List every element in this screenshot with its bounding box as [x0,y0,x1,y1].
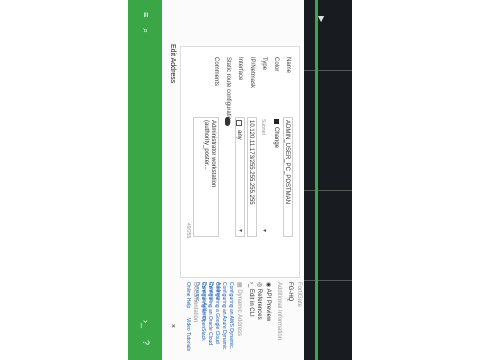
terminal-icon[interactable]: ›_ [141,320,151,328]
accent-line [315,0,318,360]
help-icon[interactable]: ? [141,340,151,345]
chevron-down-icon[interactable]: ▾ [237,229,244,232]
close-icon[interactable]: × [169,324,176,328]
references-label: References [256,288,262,320]
tab-divider [304,280,352,281]
online-help-link[interactable]: Online Help [185,282,191,308]
color-swatch [274,119,280,124]
tab-divider [304,190,352,191]
interface-checkbox[interactable] [236,120,242,126]
fortigate-value: FG-HQ [287,282,293,302]
type-label: Type [261,57,267,71]
dialog-titlebar: Edit Address × [162,36,180,336]
name-input[interactable]: ADMIN_USER_PC_POSTMAN [283,117,293,237]
name-label: Name [285,57,291,74]
edit-cli-label: Edit in CLI [248,289,254,317]
letterbox-left [0,0,128,360]
type-select[interactable]: Subnet [260,119,266,135]
static-route-toggle[interactable] [225,117,230,126]
api-preview-link[interactable]: ◉ API Preview [265,282,272,321]
ipnetmask-input[interactable]: 10.120.11.173/255.255.255.255 [247,117,257,237]
config-aws-link[interactable]: Configuring an AWS Dynamic... [228,282,234,352]
color-change[interactable]: Change [273,127,279,148]
video-tutorials-link[interactable]: Video Tutorials [185,318,191,351]
fortigate-label: FortiGate [296,282,302,308]
letterbox-right [352,0,480,360]
comments-counter: 49/255 [185,223,191,239]
interface-label: Interface [237,57,243,81]
rotated-screen: ▶ Edit Address × ≡ ⌕ ›_ ? Name ADMIN_USE… [128,0,352,360]
dynamic-address-heading: ▦ Dynamic Address [236,282,242,337]
dialog-title: Edit Address [169,44,176,84]
search-icon[interactable]: ⌕ [140,28,151,33]
color-picker[interactable]: Change [271,117,281,157]
additional-info: Additional Information [276,282,282,341]
references-link[interactable]: ◎ References [256,282,263,320]
play-icon[interactable]: ▶ [317,16,326,22]
ipnetmask-label: IP/Netmask [249,57,255,89]
address-form: Name ADMIN_USER_PC_POSTMAN Color Change … [180,46,300,278]
comments-textarea[interactable]: Administrator workstation (authority_pos… [193,117,219,237]
tab-divider [304,70,352,71]
info-panel: FortiGate FG-HQ Additional Information ◉… [182,282,302,356]
interface-value: any [236,130,242,140]
color-label: Color [273,57,279,72]
dynamic-address-label: Dynamic Address [236,289,242,337]
chevron-down-icon[interactable]: ▾ [261,229,268,232]
static-route-label: Static route configuration [225,57,231,124]
top-bar: ▶ [304,0,352,360]
sidebar: ≡ ⌕ ›_ ? [128,0,162,360]
api-preview-label: API Preview [265,288,271,322]
comments-label: Comments [213,57,219,87]
menu-icon[interactable]: ≡ [141,12,151,17]
interface-select[interactable]: any [235,117,245,237]
edit-cli-link[interactable]: ›_ Edit in CLI [248,282,254,317]
documentation-heading: Documentation [192,282,198,323]
